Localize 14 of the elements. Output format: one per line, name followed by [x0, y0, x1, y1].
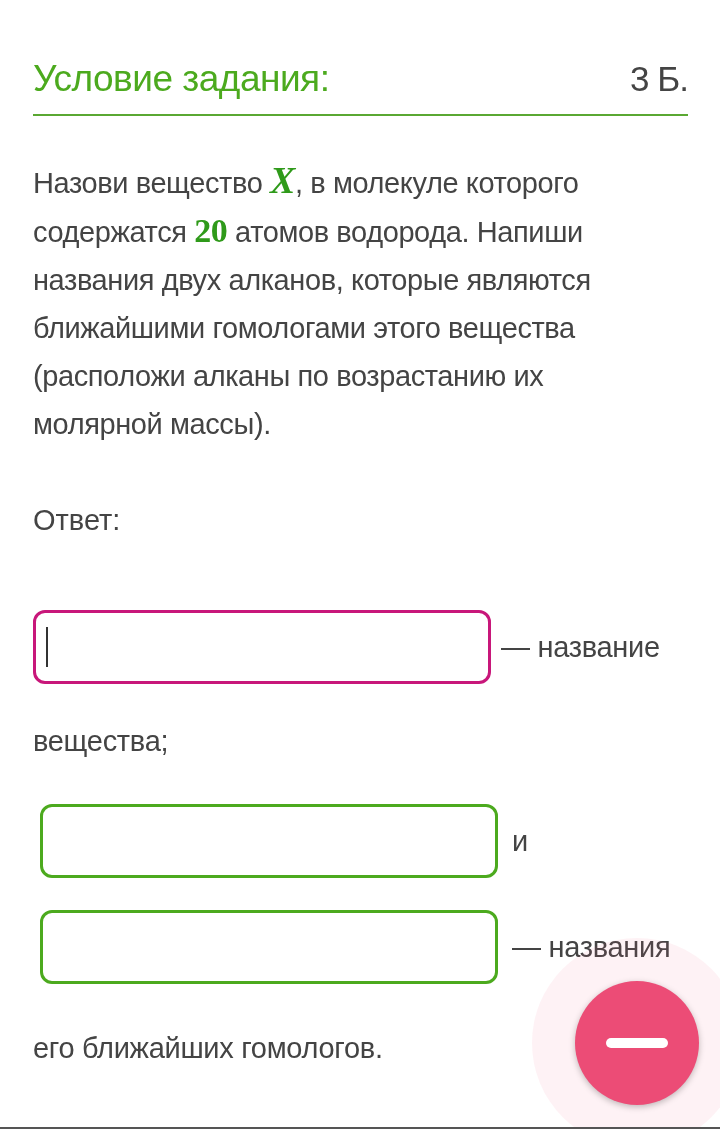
- collapse-button[interactable]: [575, 981, 699, 1105]
- question-text: Назови вещество X, в молекуле которого содержатся 20 атомов водорода. Напиши названия двух алканов, которые являются ближайшими гомологами этого вещества (расположи алканы по возрастанию их молярной массы).: [33, 158, 592, 442]
- answer-text: его ближайших гомологов.: [33, 1032, 383, 1065]
- answer-field[interactable]: [33, 610, 491, 685]
- answer-label: Ответ:: [33, 504, 122, 537]
- answer-field[interactable]: [40, 803, 498, 878]
- minus-icon: [606, 1038, 668, 1048]
- answer-text: — названия: [512, 930, 671, 963]
- answer-field[interactable]: [40, 909, 498, 984]
- answer-text: и: [512, 824, 528, 857]
- points-label: 3 Б.: [630, 59, 688, 99]
- section-title: Условие задания:: [33, 58, 330, 100]
- answer-text: вещества;: [33, 725, 169, 758]
- answer-text: — название: [501, 631, 660, 664]
